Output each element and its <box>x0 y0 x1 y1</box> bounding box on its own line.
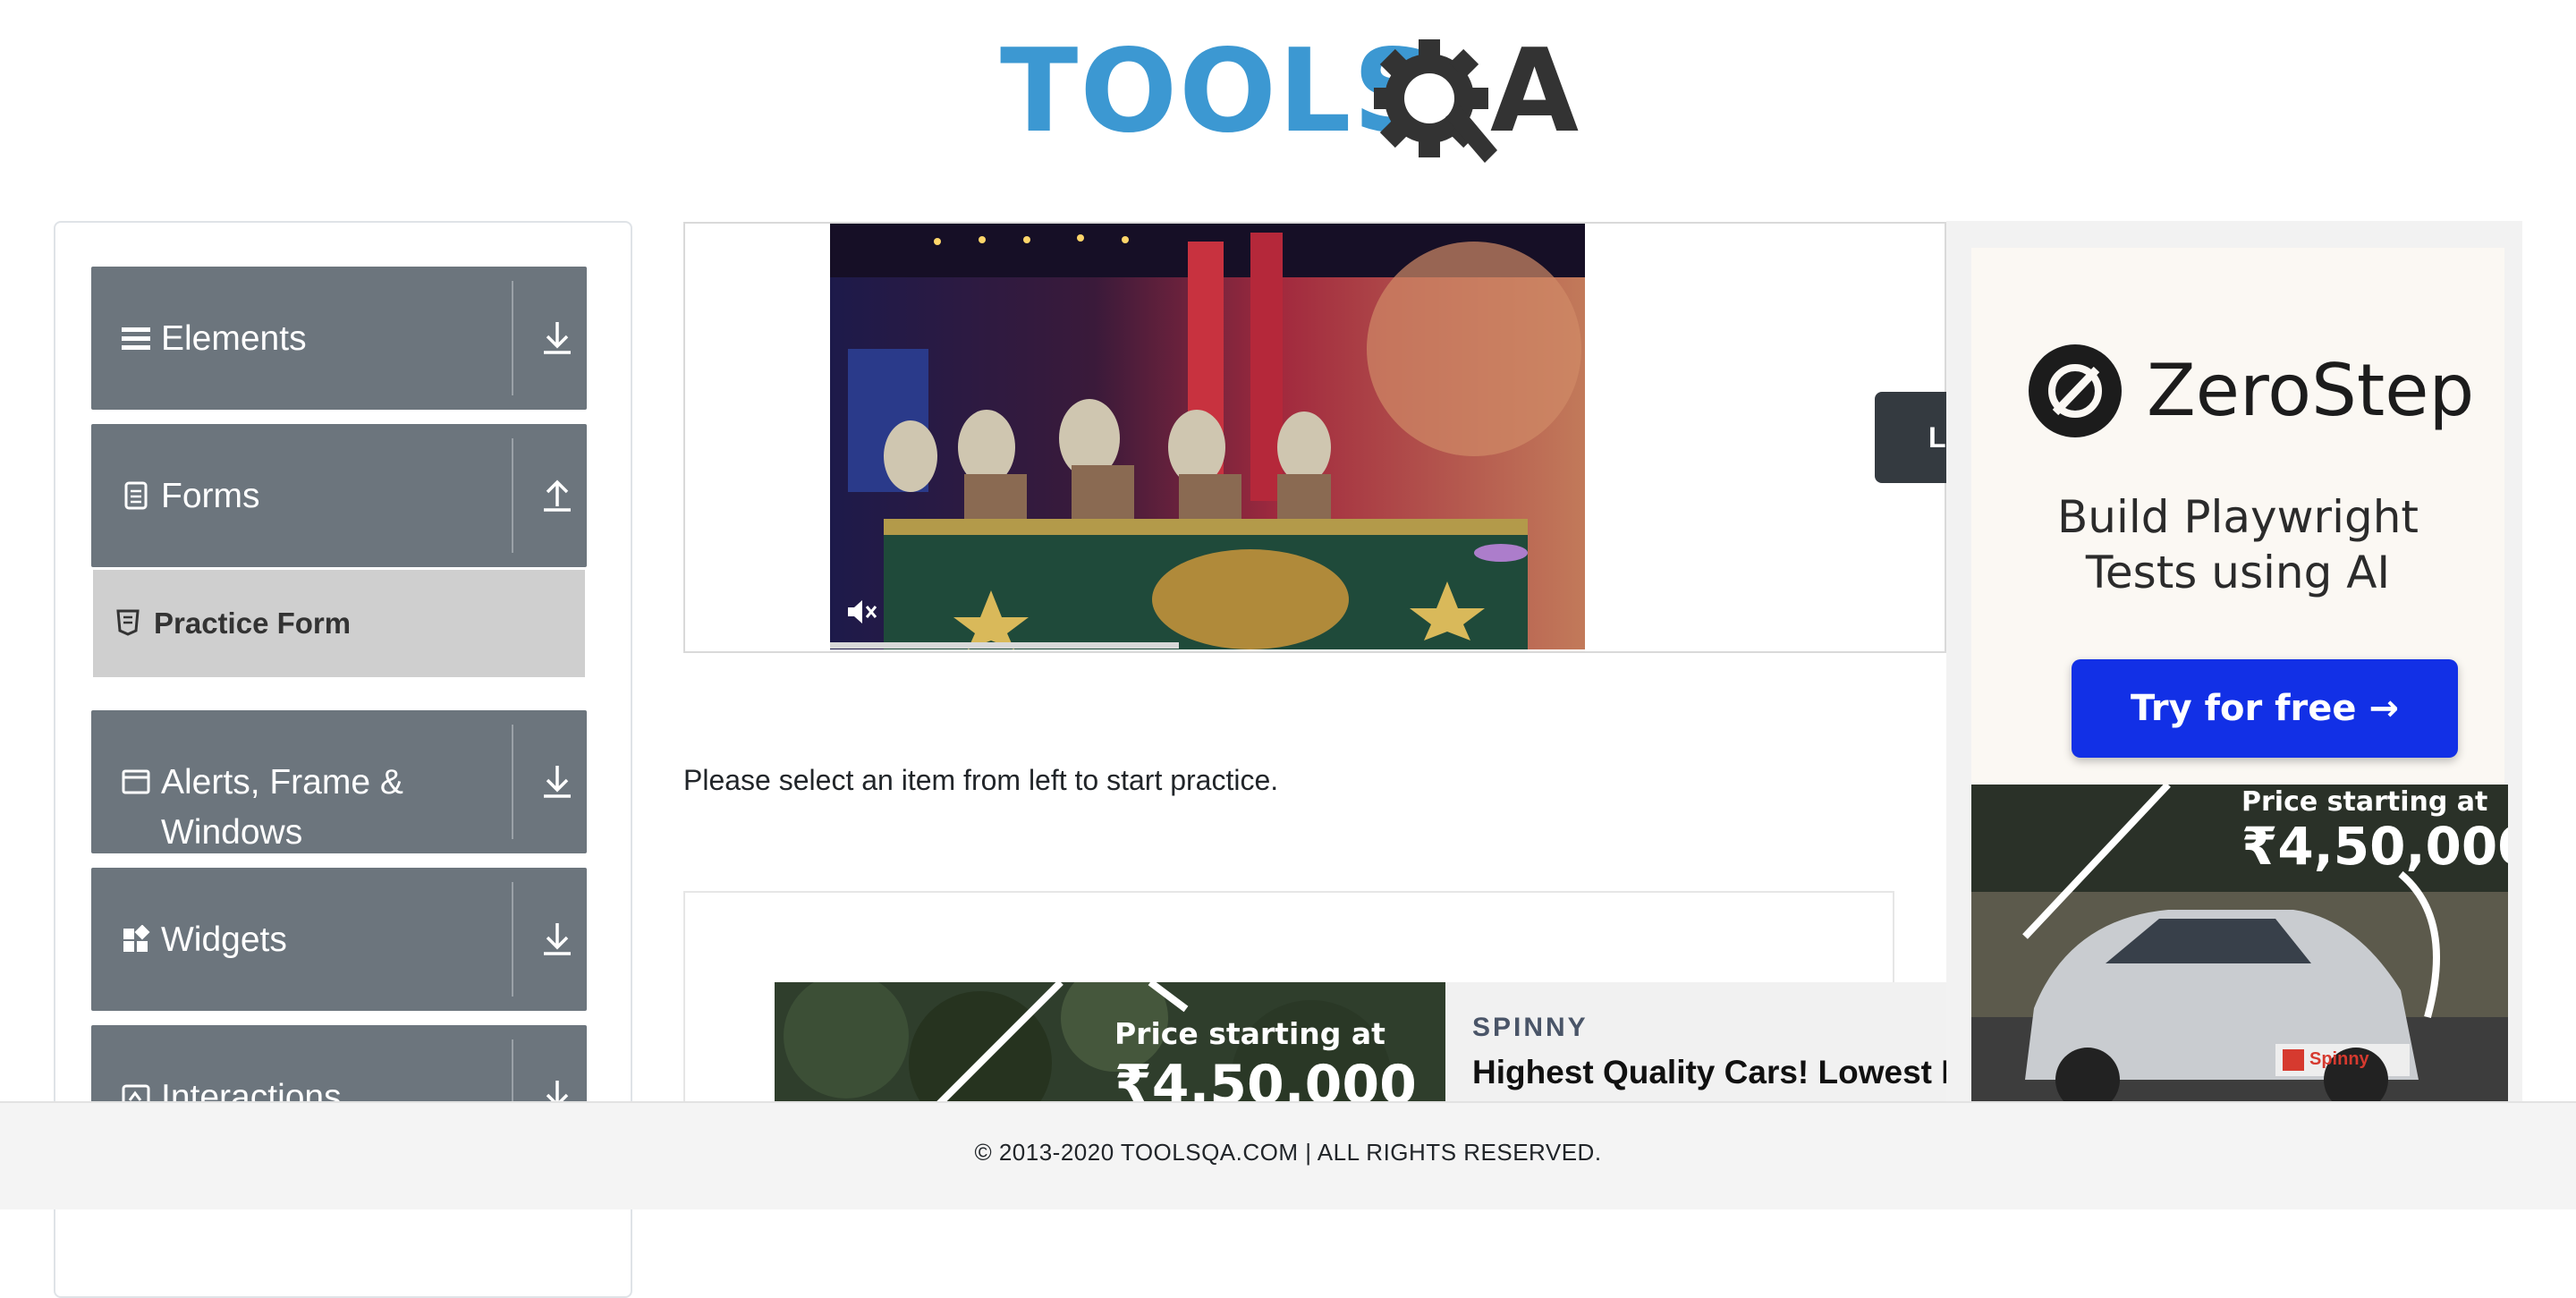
right-ad-panel: ZeroStep Build Playwright Tests using AI… <box>1946 221 2522 1107</box>
sidebar-group-label: Widgets <box>161 920 287 959</box>
download-arrow-icon <box>544 923 571 955</box>
sidebar-group-label: Forms <box>161 477 260 515</box>
ad-price-label: Price starting at <box>1114 1016 1385 1051</box>
divider <box>512 725 513 839</box>
car-ad-image[interactable]: Price starting at ₹4,50,000 <box>775 982 1445 1107</box>
ad-brand-name: ZeroStep <box>2147 349 2475 432</box>
video-player[interactable] <box>830 224 1585 649</box>
download-arrow-icon <box>544 322 571 354</box>
ad-brand: SPINNY <box>1472 1013 1589 1042</box>
sidebar-group-alerts[interactable]: Alerts, Frame & Windows <box>91 710 587 853</box>
page-footer: © 2013-2020 TOOLSQA.COM | ALL RIGHTS RES… <box>0 1101 2576 1209</box>
sidebar-group-label-line2: Windows <box>161 813 303 852</box>
window-icon <box>122 769 150 794</box>
sidebar-item-practice-form[interactable]: Practice Form <box>93 570 585 677</box>
toolsqa-logo[interactable]: TOOLS A <box>1000 25 1581 168</box>
hamburger-icon <box>122 327 150 350</box>
learn-more-button[interactable]: Le <box>1875 392 1955 483</box>
sidebar-group-label: Elements <box>161 319 307 358</box>
car-ad-image[interactable]: Price starting at ₹4,50,000 Spinny <box>1971 785 2508 1107</box>
footer-copyright: © 2013-2020 TOOLSQA.COM | ALL RIGHTS RES… <box>974 1139 1602 1166</box>
divider <box>512 882 513 997</box>
divider <box>512 281 513 395</box>
mute-icon[interactable] <box>844 596 878 628</box>
ad-tagline-line2: Tests using AI <box>2085 547 2391 598</box>
ad-text-panel[interactable]: SPINNY Highest Quality Cars! Lowest E <box>1445 982 1946 1107</box>
car-ad-price-value: ₹4,50,000 <box>2241 816 2508 877</box>
try-for-free-button[interactable]: Try for free → <box>2072 659 2458 758</box>
sidebar-group-forms[interactable]: Forms <box>91 424 587 567</box>
video-progress-bar[interactable] <box>830 642 1179 649</box>
ad-headline: Highest Quality Cars! Lowest E <box>1472 1054 1946 1090</box>
sidebar-group-label: Alerts, Frame & <box>161 763 403 802</box>
sidebar-group-elements[interactable]: Elements <box>91 267 587 410</box>
ad-tagline-line1: Build Playwright <box>2056 491 2419 543</box>
sidebar-group-widgets[interactable]: Widgets <box>91 868 587 1011</box>
logo-wordmark: TOOLS <box>1000 25 1437 158</box>
upload-arrow-icon <box>544 479 571 512</box>
zerostep-ad[interactable]: ZeroStep Build Playwright Tests using AI… <box>1971 248 2504 785</box>
logo-letter-a: A <box>1490 25 1580 158</box>
document-icon <box>124 481 148 510</box>
zerostep-logo-icon <box>2029 344 2122 437</box>
ad-price-value: ₹4,50,000 <box>1114 1054 1417 1107</box>
video-frame-image <box>830 224 1585 649</box>
plate-text: Spinny <box>2309 1049 2369 1069</box>
practice-instruction: Please select an item from left to start… <box>683 764 1279 796</box>
form-badge-icon <box>116 609 140 636</box>
download-arrow-icon <box>544 766 571 798</box>
divider <box>512 438 513 553</box>
sidebar-item-label: Practice Form <box>154 607 352 640</box>
widgets-icon <box>123 925 150 952</box>
